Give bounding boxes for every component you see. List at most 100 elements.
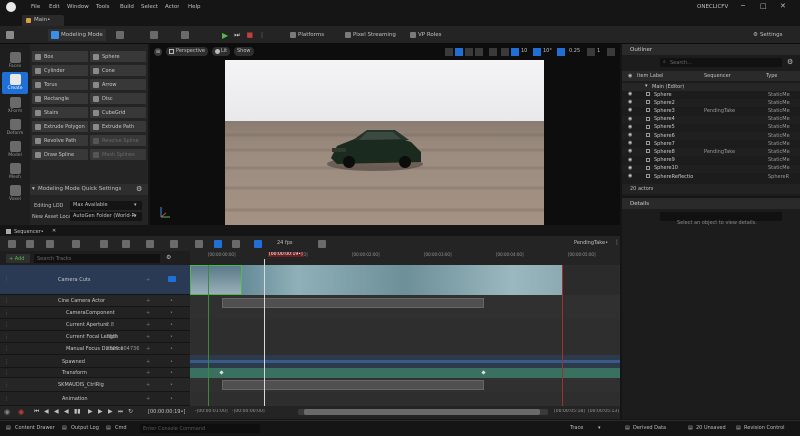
track-options-icon[interactable]: • (170, 346, 173, 352)
col-type[interactable]: Type (766, 73, 777, 79)
outliner-row[interactable]: ◉ Sphere4 StaticMe (622, 115, 800, 124)
view-options-icon[interactable] (122, 240, 130, 248)
next-key-icon[interactable]: ▶ (108, 408, 113, 415)
rotation-snap-icon[interactable] (533, 48, 541, 56)
stop-record-icon[interactable]: ◉ (18, 408, 24, 416)
grid-snap-icon[interactable] (511, 48, 519, 56)
col-item-label[interactable]: Item Label (637, 73, 663, 79)
track-lock-icon[interactable]: ⋮ (4, 334, 9, 340)
level-viewport[interactable]: ≡ Perspective Lit Show 10 10° 0.25 1 (150, 44, 620, 225)
menu-edit[interactable]: Edit (49, 4, 60, 10)
sequencer-track[interactable]: Current Focal Length 35.0 ⋮ + • (0, 331, 190, 343)
viewport-menu-icon[interactable]: ≡ (154, 48, 162, 56)
paint-icon[interactable] (232, 240, 240, 248)
perspective-button[interactable]: Perspective (166, 47, 208, 56)
category-mesh[interactable]: Mesh (2, 161, 28, 183)
track-options-icon[interactable]: • (170, 310, 173, 316)
blueprint-icon[interactable] (150, 31, 158, 39)
sequencer-track[interactable]: SKMAUDIS_CtrlRig ⋮ + • (0, 378, 190, 392)
play-options-icon[interactable]: ⋮ (259, 32, 265, 39)
category-create[interactable]: Create (2, 72, 28, 94)
outliner-root-row[interactable]: ▾ Main (Editor) (622, 83, 800, 91)
pause-icon[interactable]: ▮▮ (74, 408, 81, 415)
add-key-icon[interactable]: + (146, 370, 150, 376)
scale-snap-value[interactable]: 0.25 (569, 48, 580, 54)
transform-key-end[interactable] (481, 370, 486, 375)
maximize-viewport-icon[interactable] (607, 48, 615, 56)
outliner-row[interactable]: ◉ Sphere2 StaticMe (622, 99, 800, 108)
lane-transform[interactable] (190, 368, 620, 378)
cine-camera-section[interactable] (222, 298, 484, 308)
actions-icon[interactable] (100, 240, 108, 248)
menu-actor[interactable]: Actor (165, 4, 179, 10)
track-options-icon[interactable]: • (170, 382, 173, 388)
outliner-row[interactable]: ◉ Sphere StaticMe (622, 91, 800, 99)
editing-lod-dropdown[interactable]: Max Available ▾ (70, 201, 142, 210)
curve-editor-icon[interactable] (318, 240, 326, 248)
add-track-button[interactable]: + Add (6, 254, 30, 263)
scale-snap-icon[interactable] (557, 48, 565, 56)
visibility-icon[interactable]: ◉ (628, 99, 632, 105)
playhead-time[interactable]: [00:00:00:19•] (268, 252, 304, 257)
track-options-icon[interactable]: • (170, 334, 173, 340)
track-options-icon[interactable]: • (170, 370, 173, 376)
add-key-icon[interactable]: + (146, 298, 150, 304)
track-value[interactable]: 2389.104736 (106, 346, 139, 352)
close-icon[interactable]: ✕ (780, 2, 786, 10)
cinematics-icon[interactable] (181, 31, 189, 39)
tool-revolve-path[interactable]: Revolve Path (32, 135, 88, 146)
unsaved-button[interactable]: 20 Unsaved (696, 425, 726, 431)
category-deform[interactable]: Deform (2, 117, 28, 139)
tool-box[interactable]: Box (32, 51, 88, 62)
track-lock-icon[interactable]: ⋮ (4, 396, 9, 402)
sequencer-track[interactable]: Current Aperture 2.8 ⋮ + • (0, 319, 190, 331)
menu-build[interactable]: Build (120, 4, 134, 10)
category-faces[interactable]: Faces (2, 50, 28, 72)
visibility-icon[interactable]: ◉ (628, 157, 632, 163)
track-lock-icon[interactable]: ⋮ (4, 370, 9, 376)
find-in-browser-icon[interactable] (26, 240, 34, 248)
outliner-row[interactable]: ◉ Sphere9 StaticMe (622, 157, 800, 165)
track-lock-icon[interactable]: ⋮ (4, 298, 9, 304)
ctrlrig-section[interactable] (222, 380, 484, 390)
tool-draw-spline[interactable]: Draw Spline (32, 149, 88, 160)
key-options-icon[interactable] (170, 240, 178, 248)
sequencer-tab-close-icon[interactable]: ✕ (52, 228, 56, 234)
snap-icon[interactable] (254, 240, 262, 248)
track-lock-icon[interactable]: ⋮ (4, 346, 9, 352)
outliner-row[interactable]: ◉ SphereReflectio SphereR (622, 173, 800, 181)
timeline-scrollbar[interactable] (298, 409, 548, 415)
outliner-settings-icon[interactable]: ⚙ (787, 58, 793, 66)
show-button[interactable]: Show (234, 47, 254, 56)
visibility-icon[interactable]: ◉ (628, 132, 632, 138)
visibility-icon[interactable]: ◉ (628, 173, 632, 179)
maximize-icon[interactable]: □ (760, 2, 767, 10)
sequencer-track[interactable]: Spawned ⋮ + • (0, 355, 190, 368)
tool-cylinder[interactable]: Cylinder (32, 65, 88, 76)
save-sequence-icon[interactable] (8, 240, 16, 248)
save-icon[interactable] (6, 31, 14, 39)
revision-control-button[interactable]: Revision Control (744, 425, 785, 431)
step-icon[interactable]: ⏭ (234, 31, 240, 40)
visibility-icon[interactable]: ◉ (628, 107, 632, 113)
new-asset-location-dropdown[interactable]: AutoGen Folder (World-R ▾ (70, 212, 142, 221)
working-range-end[interactable]: [00:00:05:18] (554, 409, 585, 414)
sequencer-track[interactable]: Animation ⋮ + • (0, 392, 190, 406)
add-key-icon[interactable]: + (146, 277, 150, 283)
add-key-icon[interactable]: + (146, 382, 150, 388)
tool-arrow[interactable]: Arrow (90, 79, 146, 90)
tool-cone[interactable]: Cone (90, 65, 146, 76)
menu-select[interactable]: Select (141, 4, 158, 10)
tool-extrude-polygon[interactable]: Extrude Polygon (32, 121, 88, 132)
track-options-icon[interactable]: • (170, 396, 173, 402)
rotate-icon[interactable] (465, 48, 473, 56)
vp-roles-button[interactable]: VP Roles (418, 32, 442, 38)
spawned-bar[interactable] (190, 360, 620, 363)
content-drawer-button[interactable]: Content Drawer (15, 425, 55, 431)
play-icon[interactable]: ▶ (222, 31, 228, 40)
tool-mesh-splines[interactable]: Mesh Splines (90, 149, 146, 160)
track-filter-icon[interactable]: ⚙ (166, 254, 171, 261)
select-mode-icon[interactable] (445, 48, 453, 56)
track-lock-icon[interactable]: ⋮ (4, 277, 9, 283)
loop-icon[interactable]: ↻ (128, 408, 133, 415)
